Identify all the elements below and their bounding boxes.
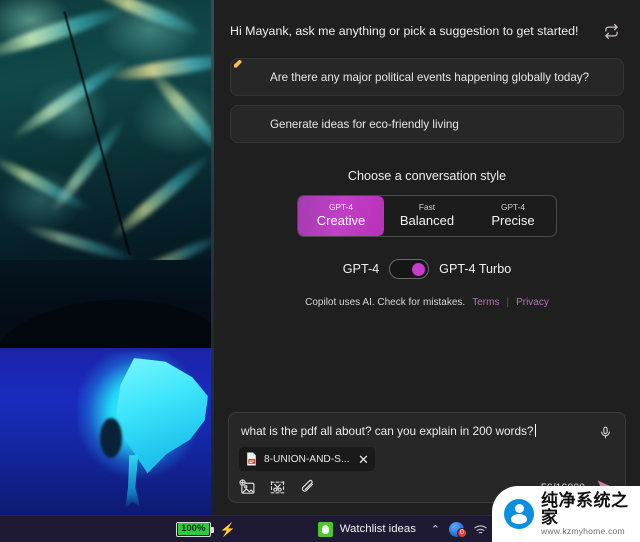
wifi-icon[interactable] — [473, 523, 488, 536]
pdf-file-icon — [245, 452, 258, 466]
battery-percent-label: 100% — [178, 522, 209, 536]
text-caret — [534, 424, 536, 437]
kzmyhome-logo-icon — [504, 499, 534, 529]
model-toggle-left-label: GPT-4 — [342, 262, 380, 276]
style-option-label: Balanced — [399, 212, 455, 228]
screen: Hi Mayank, ask me anything or pick a sug… — [0, 0, 640, 542]
copilot-content-area: Hi Mayank, ask me anything or pick a sug… — [214, 0, 640, 412]
paperclip-attach-icon[interactable] — [299, 479, 316, 496]
notification-badge: 0 — [457, 527, 467, 538]
watermark-url: www.kzmyhome.com — [541, 526, 625, 537]
disclaimer-text: Copilot uses AI. Check for mistakes. — [305, 297, 466, 308]
conversation-style-section: Choose a conversation style GPT-4 Creati… — [230, 169, 624, 308]
battery-full-icon: 100% — [176, 521, 214, 537]
suggestion-chip-political-events[interactable]: Are there any major political events hap… — [230, 58, 624, 96]
gpt4-turbo-toggle[interactable] — [389, 259, 430, 279]
battery-indicator[interactable]: 100% ⚡ — [176, 521, 236, 537]
greeting-row: Hi Mayank, ask me anything or pick a sug… — [230, 18, 624, 44]
toggle-knob — [412, 262, 426, 276]
model-toggle-row: GPT-4 GPT-4 Turbo — [230, 259, 624, 279]
suggestion-label: Generate ideas for eco-friendly living — [270, 117, 459, 131]
composer-tools — [239, 479, 316, 496]
taskbar-app-label: Watchlist ideas — [339, 523, 416, 535]
suggestion-chip-eco-friendly[interactable]: Generate ideas for eco-friendly living — [230, 105, 624, 143]
microphone-icon[interactable] — [595, 422, 615, 442]
refresh-loop-icon[interactable] — [598, 18, 624, 44]
watermark-overlay: 纯净系统之家 www.kzmyhome.com — [492, 486, 640, 542]
conversation-style-group: GPT-4 Creative Fast Balanced GPT-4 Preci… — [297, 195, 557, 237]
lightbulb-sphere-icon — [243, 116, 260, 133]
style-option-model: Fast — [418, 202, 436, 213]
composer-input-row: what is the pdf all about? can you expla… — [239, 422, 615, 442]
watermark-text: 纯净系统之家 www.kzmyhome.com — [541, 490, 632, 537]
style-option-model: GPT-4 — [501, 202, 525, 213]
style-option-label: Precise — [491, 212, 535, 228]
desktop-wallpaper[interactable] — [0, 0, 214, 515]
disclaimer-divider: | — [506, 297, 510, 308]
disclaimer-row: Copilot uses AI. Check for mistakes. Ter… — [230, 297, 624, 308]
greeting-text: Hi Mayank, ask me anything or pick a sug… — [230, 23, 579, 38]
message-input-value: what is the pdf all about? can you expla… — [241, 424, 534, 438]
account-avatar-icon[interactable]: 0 — [449, 521, 467, 538]
style-option-balanced[interactable]: Fast Balanced — [384, 196, 470, 236]
wallpaper-dark-spot — [100, 418, 122, 458]
add-image-icon[interactable] — [239, 479, 256, 496]
message-input[interactable]: what is the pdf all about? can you expla… — [239, 422, 589, 442]
style-option-creative[interactable]: GPT-4 Creative — [298, 196, 384, 236]
attachment-chip[interactable]: 8-UNION-AND-S... ✕ — [239, 447, 376, 471]
terms-link[interactable]: Terms — [472, 297, 499, 308]
model-toggle-right-label: GPT-4 Turbo — [439, 262, 512, 276]
style-option-model: GPT-4 — [329, 202, 353, 213]
style-option-precise[interactable]: GPT-4 Precise — [470, 196, 556, 236]
style-option-label: Creative — [316, 212, 366, 228]
attachment-name: 8-UNION-AND-S... — [264, 453, 350, 465]
chevron-up-icon[interactable]: ⌃ — [431, 523, 440, 536]
news-image-icon — [243, 69, 260, 86]
privacy-link[interactable]: Privacy — [516, 297, 549, 308]
close-icon[interactable]: ✕ — [355, 451, 371, 467]
watchlist-ideas-icon — [317, 521, 333, 537]
suggestion-label: Are there any major political events hap… — [270, 70, 590, 84]
copilot-panel: Hi Mayank, ask me anything or pick a sug… — [214, 0, 640, 515]
conversation-style-title: Choose a conversation style — [347, 169, 507, 183]
snip-screenshot-icon[interactable] — [269, 479, 286, 496]
watermark-brand: 纯净系统之家 — [541, 490, 629, 528]
taskbar-app-watchlist[interactable]: Watchlist ideas — [317, 521, 416, 537]
lightning-bolt-icon: ⚡ — [219, 521, 236, 537]
